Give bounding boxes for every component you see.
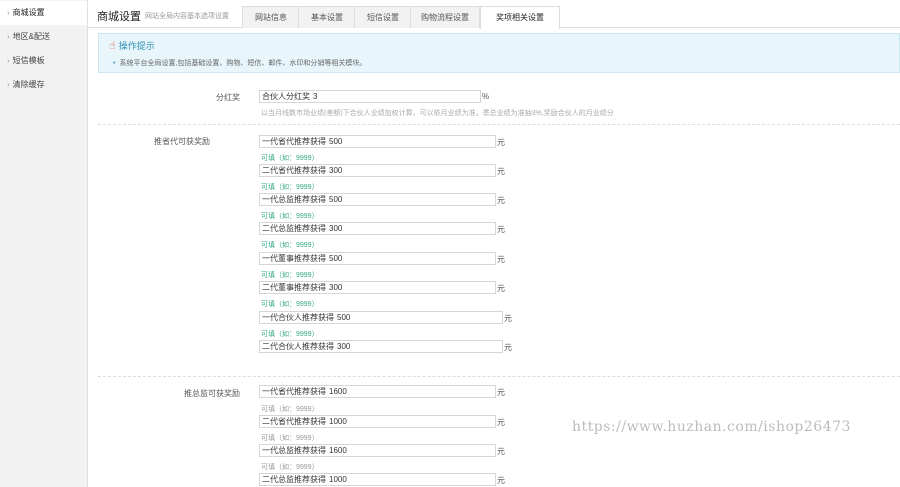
s1-row-8-prefix: 二代合伙人推荐获得 <box>262 342 334 351</box>
s1-row-2[interactable]: 二代省代推荐获得 <box>259 164 496 177</box>
dividend-description: 以当月线数市场业绩(差额)下合伙人业绩加权计算，可以依月业绩为准，季总业绩为准抽… <box>261 110 614 117</box>
s1-row-1[interactable]: 一代省代推荐获得 <box>259 135 496 148</box>
page-title: 商城设置 <box>97 11 141 23</box>
s2-row-1-unit: 元 <box>497 388 505 397</box>
tab-award-settings[interactable]: 奖项相关设置 <box>480 6 560 29</box>
s1-row-4[interactable]: 二代总监推荐获得 <box>259 222 496 235</box>
s1-row-8-input[interactable] <box>334 341 502 352</box>
s2-row-1-input[interactable] <box>326 386 495 397</box>
s1-row-3-unit: 元 <box>497 196 505 205</box>
s1-row-6-prefix: 二代董事推荐获得 <box>262 283 326 292</box>
s1-row-4-prefix: 二代总监推荐获得 <box>262 224 326 233</box>
dividend-unit: % <box>482 92 490 101</box>
s2-row-4-prefix: 二代总监推荐获得 <box>262 475 326 484</box>
sidebar: 商城设置 地区&配送 短信模板 清除缓存 <box>0 0 88 487</box>
s1-row-2-hint: 可填（如：9999） <box>261 184 319 191</box>
s1-row-5-unit: 元 <box>497 255 505 264</box>
s2-row-2-prefix: 二代省代推荐获得 <box>262 417 326 426</box>
s2-row-2-input[interactable] <box>326 416 495 427</box>
s1-row-7[interactable]: 一代合伙人推荐获得 <box>259 311 503 324</box>
s1-row-6-hint: 可填（如：9999） <box>261 301 319 308</box>
tips-text: 系统平台全局设置,包括基础设置、购物、短信、邮件、水印和分销等相关模块。 <box>113 58 366 68</box>
s1-row-2-input[interactable] <box>326 165 495 176</box>
s2-row-2-unit: 元 <box>497 418 505 427</box>
tab-shopping-flow[interactable]: 购物流程设置 <box>410 6 480 28</box>
s1-row-6-unit: 元 <box>497 284 505 293</box>
sidebar-item-mall-settings[interactable]: 商城设置 <box>0 1 87 25</box>
s1-row-7-hint: 可填（如：9999） <box>261 331 319 338</box>
page-subtitle: 网站全局内容基本选项设置 <box>145 13 229 20</box>
s1-row-3-prefix: 一代总监推荐获得 <box>262 195 326 204</box>
s1-row-1-hint: 可填（如：9999） <box>261 155 319 162</box>
s2-row-1-hint: 可填（如：9999） <box>261 406 319 413</box>
dividend-label: 分红奖 <box>216 93 240 102</box>
s1-row-5-input[interactable] <box>326 253 495 264</box>
section-divider <box>98 124 900 125</box>
sidebar-item-region-delivery[interactable]: 地区&配送 <box>0 25 87 49</box>
dividend-field[interactable]: 合伙人分红奖 <box>259 90 481 103</box>
s1-row-7-input[interactable] <box>334 312 502 323</box>
hand-pointer-icon: ☝ <box>109 40 116 52</box>
dividend-input[interactable] <box>310 91 480 102</box>
section2-label: 推总监可获奖励 <box>184 389 240 398</box>
s2-row-1-prefix: 一代省代推荐获得 <box>262 387 326 396</box>
s2-row-2[interactable]: 二代省代推荐获得 <box>259 415 496 428</box>
s2-row-1[interactable]: 一代省代推荐获得 <box>259 385 496 398</box>
s2-row-2-hint: 可填（如：9999） <box>261 435 319 442</box>
s1-row-8-unit: 元 <box>504 343 512 352</box>
s1-row-5[interactable]: 一代董事推荐获得 <box>259 252 496 265</box>
s1-row-7-unit: 元 <box>504 314 512 323</box>
s1-row-1-input[interactable] <box>326 136 495 147</box>
s1-row-1-unit: 元 <box>497 138 505 147</box>
tips-title: ☝ 操作提示 <box>109 39 155 52</box>
s1-row-3-input[interactable] <box>326 194 495 205</box>
header: 商城设置 网站全局内容基本选项设置 网站信息 基本设置 短信设置 购物流程设置 … <box>88 0 900 29</box>
s2-row-3-unit: 元 <box>497 447 505 456</box>
section1-label: 推省代可获奖励 <box>154 137 210 146</box>
s2-row-4-input[interactable] <box>326 474 495 485</box>
s1-row-6[interactable]: 二代董事推荐获得 <box>259 281 496 294</box>
s2-row-3[interactable]: 一代总监推荐获得 <box>259 444 496 457</box>
section-divider-2 <box>98 376 900 377</box>
tips-title-text: 操作提示 <box>118 41 155 51</box>
s2-row-4-unit: 元 <box>497 476 505 485</box>
tips-panel: ☝操作提示 系统平台全局设置,包括基础设置、购物、短信、邮件、水印和分销等相关模… <box>98 33 900 73</box>
s1-row-3-hint: 可填（如：9999） <box>261 213 319 220</box>
s1-row-2-unit: 元 <box>497 167 505 176</box>
s1-row-4-unit: 元 <box>497 225 505 234</box>
watermark: https://www.huzhan.com/ishop26473 <box>572 419 851 435</box>
s1-row-5-hint: 可填（如：9999） <box>261 272 319 279</box>
s1-row-3[interactable]: 一代总监推荐获得 <box>259 193 496 206</box>
tab-site-info[interactable]: 网站信息 <box>242 6 300 28</box>
dividend-prefix: 合伙人分红奖 <box>262 92 310 101</box>
s1-row-2-prefix: 二代省代推荐获得 <box>262 166 326 175</box>
s1-row-4-hint: 可填（如：9999） <box>261 242 319 249</box>
s1-row-8[interactable]: 二代合伙人推荐获得 <box>259 340 503 353</box>
s2-row-4[interactable]: 二代总监推荐获得 <box>259 473 496 486</box>
s2-row-3-prefix: 一代总监推荐获得 <box>262 446 326 455</box>
sidebar-item-sms-template[interactable]: 短信模板 <box>0 49 87 73</box>
s1-row-7-prefix: 一代合伙人推荐获得 <box>262 313 334 322</box>
s1-row-5-prefix: 一代董事推荐获得 <box>262 254 326 263</box>
s2-row-3-input[interactable] <box>326 445 495 456</box>
s1-row-1-prefix: 一代省代推荐获得 <box>262 137 326 146</box>
tab-sms-settings[interactable]: 短信设置 <box>354 6 412 28</box>
s1-row-6-input[interactable] <box>326 282 495 293</box>
sidebar-item-clear-cache[interactable]: 清除缓存 <box>0 73 87 97</box>
tab-basic-settings[interactable]: 基本设置 <box>298 6 356 28</box>
s2-row-3-hint: 可填（如：9999） <box>261 464 319 471</box>
s1-row-4-input[interactable] <box>326 223 495 234</box>
main-content: 商城设置 网站全局内容基本选项设置 网站信息 基本设置 短信设置 购物流程设置 … <box>88 0 900 487</box>
